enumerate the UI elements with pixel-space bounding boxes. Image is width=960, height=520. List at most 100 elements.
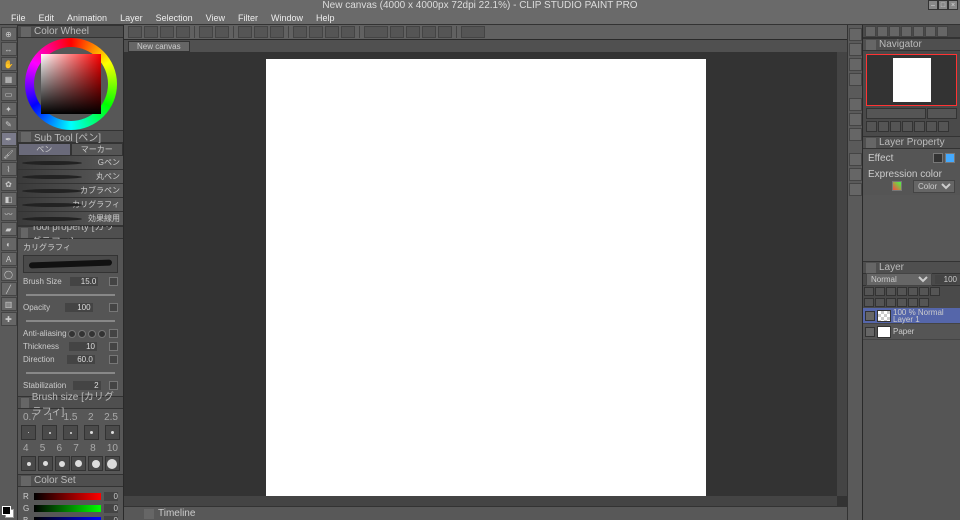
tool-correct[interactable]: ✚ [1, 312, 17, 326]
layer-item-1[interactable]: 100 % Normal Layer 1 [863, 308, 960, 324]
opacity-slider[interactable] [26, 320, 115, 322]
tool-eraser[interactable]: ◧ [1, 192, 17, 206]
bsize-2.5[interactable] [105, 425, 120, 440]
draft-layer[interactable] [930, 287, 940, 296]
bsize-7[interactable] [71, 456, 86, 471]
tool-marquee[interactable]: ▭ [1, 87, 17, 101]
delete-layer[interactable] [919, 298, 929, 307]
tool-operation[interactable]: ▦ [1, 72, 17, 86]
color-wheel-header[interactable]: Color Wheel [18, 25, 123, 38]
dock-item5[interactable] [849, 168, 862, 181]
scrollbar-vertical[interactable] [837, 52, 847, 496]
tool-move[interactable]: ↔ [1, 42, 17, 56]
tool-hand[interactable]: ✋ [1, 57, 17, 71]
menu-file[interactable]: File [6, 13, 31, 23]
thickness-value[interactable]: 10 [69, 342, 97, 351]
colorset-header[interactable]: Color Set [18, 474, 123, 487]
maximize-button[interactable]: □ [938, 0, 948, 10]
brush-gpen[interactable]: Gペン [18, 156, 123, 170]
merge-down[interactable] [908, 298, 918, 307]
tb-fill[interactable] [270, 26, 284, 38]
subtool-tab-marker[interactable]: マーカー [71, 143, 124, 156]
tb-snap[interactable] [364, 26, 388, 38]
tb-deselect[interactable] [325, 26, 339, 38]
slider-r[interactable] [34, 493, 101, 500]
color-swatch[interactable] [2, 506, 14, 518]
tb-erase-outside[interactable] [254, 26, 268, 38]
nav-zoomin[interactable] [878, 121, 889, 132]
menu-animation[interactable]: Animation [62, 13, 112, 23]
menu-layer[interactable]: Layer [115, 13, 148, 23]
menu-window[interactable]: Window [266, 13, 308, 23]
tb-new[interactable] [144, 26, 158, 38]
rico-7[interactable] [937, 26, 948, 37]
dock-material3[interactable] [849, 73, 862, 86]
tb-grid[interactable] [438, 26, 452, 38]
nav-flip[interactable] [938, 121, 949, 132]
tb-clear[interactable] [238, 26, 252, 38]
bsize-1[interactable] [42, 425, 57, 440]
bsize-2[interactable] [84, 425, 99, 440]
bsize-0.7[interactable] [21, 425, 36, 440]
effect-border[interactable] [933, 153, 943, 163]
tool-fill[interactable]: ▰ [1, 222, 17, 236]
dock-item3[interactable] [849, 128, 862, 141]
new-folder[interactable] [875, 298, 885, 307]
dock-material[interactable] [849, 43, 862, 56]
tool-gradient[interactable]: ◐ [1, 237, 17, 251]
tool-deco[interactable]: ✿ [1, 177, 17, 191]
bsize-8[interactable] [88, 456, 103, 471]
tb-ruler3[interactable] [422, 26, 436, 38]
opacity-dyn[interactable] [109, 303, 118, 312]
foreground-color[interactable] [2, 506, 11, 515]
ref-layer[interactable] [919, 287, 929, 296]
rico-3[interactable] [889, 26, 900, 37]
menu-filter[interactable]: Filter [233, 13, 263, 23]
bsize-10[interactable] [105, 456, 120, 471]
rico-6[interactable] [925, 26, 936, 37]
subtool-header[interactable]: Sub Tool [ペン] [18, 130, 123, 143]
expr-mode-select[interactable]: Color [913, 180, 955, 193]
nav-rotate[interactable] [927, 108, 957, 119]
menu-selection[interactable]: Selection [151, 13, 198, 23]
tb-clip[interactable] [128, 26, 142, 38]
nav-rotl[interactable] [914, 121, 925, 132]
dock-material2[interactable] [849, 58, 862, 71]
tb-assets[interactable] [461, 26, 485, 38]
tb-select-invert[interactable] [309, 26, 323, 38]
tool-pen[interactable]: ✒ [1, 132, 17, 146]
tb-ruler1[interactable] [390, 26, 404, 38]
direction-value[interactable]: 60.0 [67, 355, 95, 364]
canvas[interactable] [266, 59, 706, 499]
navigator-header[interactable]: Navigator [863, 38, 960, 51]
subtool-tab-pen[interactable]: ペン [18, 143, 71, 156]
nav-100[interactable] [902, 121, 913, 132]
brushsize-header[interactable]: Brush size [カリグラフィ] [18, 396, 123, 409]
tool-zoom[interactable]: ⊕ [1, 27, 17, 41]
tool-text[interactable]: A [1, 252, 17, 266]
tb-open[interactable] [160, 26, 174, 38]
transfer-down[interactable] [897, 298, 907, 307]
menu-help[interactable]: Help [311, 13, 340, 23]
color-wheel[interactable] [18, 38, 123, 130]
layerprop-header[interactable]: Layer Property [863, 136, 960, 149]
dock-item2[interactable] [849, 113, 862, 126]
bsize-4[interactable] [21, 456, 36, 471]
rico-1[interactable] [865, 26, 876, 37]
dock-item1[interactable] [849, 98, 862, 111]
new-layer[interactable] [864, 298, 874, 307]
direction-dyn[interactable] [109, 355, 118, 364]
thickness-dyn[interactable] [109, 342, 118, 351]
document-tab[interactable]: New canvas [128, 41, 190, 52]
dock-quickaccess[interactable] [849, 28, 862, 41]
tb-border[interactable] [341, 26, 355, 38]
layer-opacity[interactable]: 100 [935, 275, 957, 284]
nav-zoom-slider[interactable] [866, 108, 926, 119]
blend-mode-select[interactable]: Normal [866, 273, 932, 286]
tb-ruler2[interactable] [406, 26, 420, 38]
toolprop-header[interactable]: Tool property [カリグラフィ] [18, 226, 123, 239]
rico-2[interactable] [877, 26, 888, 37]
antialias-dyn[interactable] [109, 329, 118, 338]
layer-item-paper[interactable]: Paper [863, 324, 960, 340]
bsize-1.5[interactable] [63, 425, 78, 440]
